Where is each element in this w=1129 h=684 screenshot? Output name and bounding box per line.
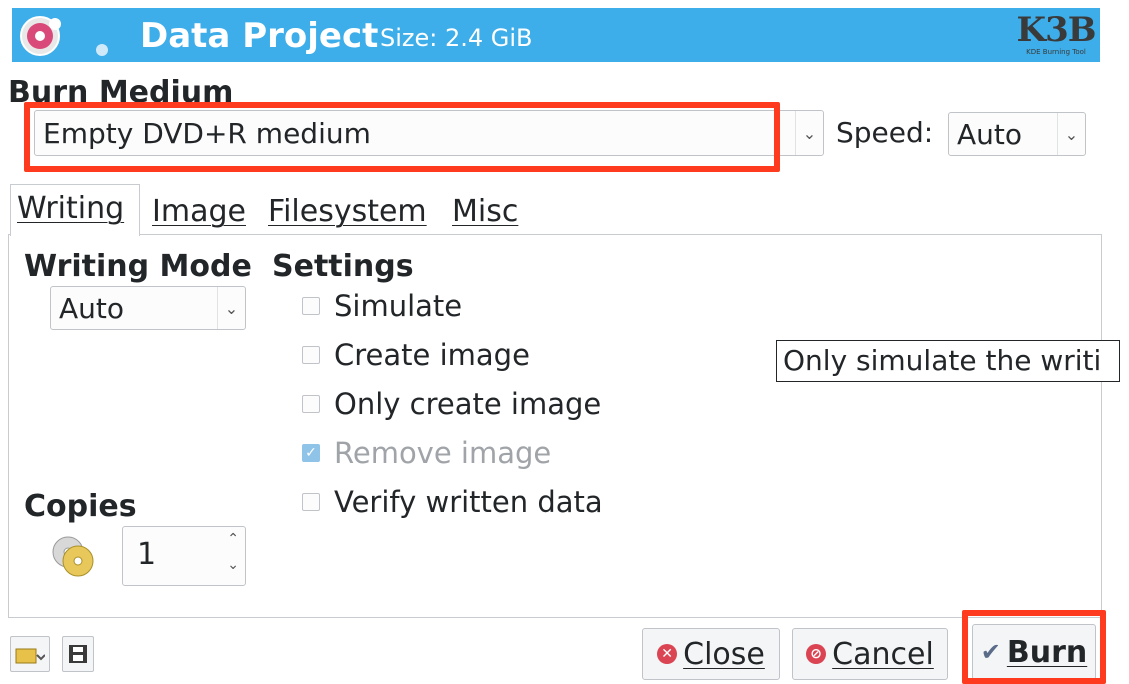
verify-written-data-checkbox[interactable]: Verify written data bbox=[302, 482, 603, 522]
checkbox-box bbox=[302, 395, 320, 413]
header-banner: Data Project Size: 2.4 GiB K3B KDE Burni… bbox=[12, 8, 1100, 62]
medium-highlight-frame bbox=[24, 102, 780, 172]
copies-title: Copies bbox=[24, 489, 137, 524]
settings-title: Settings bbox=[272, 249, 414, 284]
chevron-down-icon: ⌄ bbox=[795, 111, 823, 155]
load-settings-button[interactable] bbox=[10, 636, 50, 672]
checkbox-box bbox=[302, 346, 320, 364]
close-icon: ✕ bbox=[657, 644, 678, 664]
checkbox-box bbox=[302, 493, 320, 511]
tab-writing[interactable]: Writing bbox=[10, 184, 140, 236]
cancel-button[interactable]: ⊘ Cancel bbox=[792, 628, 948, 680]
k3b-disc-icon bbox=[20, 16, 61, 56]
tooltip: Only simulate the writi bbox=[776, 340, 1120, 382]
speed-label: Speed: bbox=[836, 116, 934, 149]
speed-select-value: Auto bbox=[957, 117, 1023, 151]
copies-value: 1 bbox=[137, 537, 157, 572]
chevron-down-icon: ⌄ bbox=[217, 287, 245, 329]
burn-highlight-frame bbox=[962, 610, 1106, 684]
save-settings-button[interactable] bbox=[62, 636, 94, 672]
chevron-down-icon: ⌄ bbox=[1057, 113, 1085, 155]
writing-mode-title: Writing Mode bbox=[24, 249, 252, 284]
save-icon bbox=[69, 645, 87, 663]
tab-image[interactable]: Image bbox=[146, 188, 252, 238]
only-create-image-checkbox[interactable]: Only create image bbox=[302, 384, 603, 424]
tab-misc[interactable]: Misc bbox=[446, 188, 524, 238]
copies-spinbox[interactable]: 1 ⌃ ⌄ bbox=[122, 526, 246, 586]
banner-dot-icon bbox=[96, 44, 108, 56]
simulate-checkbox[interactable]: Simulate bbox=[302, 286, 603, 326]
cancel-icon: ⊘ bbox=[806, 644, 827, 664]
create-image-checkbox[interactable]: Create image bbox=[302, 335, 603, 375]
load-settings-icon bbox=[15, 648, 45, 664]
project-title: Data Project bbox=[140, 16, 379, 56]
checkmark-icon: ✓ bbox=[302, 444, 320, 462]
k3b-logo: K3B KDE Burning Tool bbox=[1016, 10, 1097, 56]
remove-image-checkbox[interactable]: ✓ Remove image bbox=[302, 433, 603, 473]
discs-icon bbox=[52, 536, 94, 577]
spin-up-icon[interactable]: ⌃ bbox=[227, 531, 239, 547]
tab-filesystem[interactable]: Filesystem bbox=[262, 188, 433, 238]
project-size: Size: 2.4 GiB bbox=[380, 24, 533, 52]
checkbox-box bbox=[302, 297, 320, 315]
spin-down-icon[interactable]: ⌄ bbox=[227, 557, 239, 573]
writing-mode-select[interactable]: Auto ⌄ bbox=[50, 286, 246, 330]
writing-mode-value: Auto bbox=[59, 291, 125, 325]
close-button[interactable]: ✕ Close bbox=[642, 628, 780, 680]
settings-options: Simulate Create image Only create image … bbox=[302, 286, 603, 522]
speed-select[interactable]: Auto ⌄ bbox=[948, 112, 1086, 156]
